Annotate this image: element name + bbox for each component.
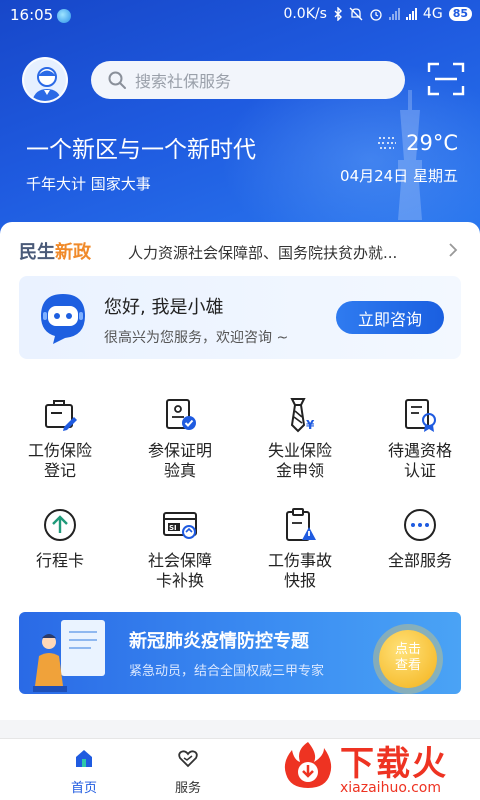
service-label: 社会保障 卡补换 xyxy=(147,551,212,590)
status-time: 16:05 xyxy=(10,6,54,24)
mute-icon xyxy=(349,7,363,21)
hero-date: 04月24日 星期五 xyxy=(340,167,458,185)
id-card-edit-icon xyxy=(45,400,77,431)
notification-bubble-icon xyxy=(57,9,71,23)
weather: 29°C xyxy=(376,131,458,155)
service-qualification-auth[interactable]: 待遇资格 认证 xyxy=(360,395,480,481)
assistant-card[interactable]: 您好, 我是小雄 很高兴为您服务，欢迎咨询 ~ 立即咨询 xyxy=(19,276,461,359)
banner-desc: 紧急动员，结合全国权威三甲专家 xyxy=(129,664,325,679)
more-circle-icon xyxy=(404,509,436,541)
assistant-greeting: 您好, 我是小雄 xyxy=(104,297,224,318)
banner-title: 新冠肺炎疫情防控专题 xyxy=(129,631,309,652)
certificate-verify-icon xyxy=(166,399,196,430)
heart-hands-icon xyxy=(178,750,198,768)
site-watermark: 下载火 xiazaihuo.com xyxy=(276,736,476,800)
nav-service-label: 服务 xyxy=(174,781,201,796)
chevron-right-icon[interactable] xyxy=(448,242,458,258)
clipboard-warning-icon xyxy=(286,508,316,541)
covid-banner[interactable]: 新冠肺炎疫情防控专题 紧急动员，结合全国权威三甲专家 点击 查看 xyxy=(19,612,461,694)
service-label: 待遇资格 认证 xyxy=(387,441,452,480)
service-accident-report[interactable]: 工伤事故 快报 xyxy=(240,505,360,591)
search-icon xyxy=(108,71,126,89)
home-icon xyxy=(76,750,92,767)
nav-service[interactable]: 服务 xyxy=(148,747,228,796)
news-tag-part1: 民生 xyxy=(19,242,55,263)
service-all[interactable]: 全部服务 xyxy=(360,505,480,571)
network-type: 4G xyxy=(422,6,443,22)
svg-text:¥: ¥ xyxy=(306,418,315,432)
news-tag-part2: 新政 xyxy=(55,242,91,263)
document-badge-icon xyxy=(405,399,436,432)
user-avatar-icon xyxy=(32,67,62,101)
main-card: 民生新政 人力资源社会保障部、国务院扶贫办就... 您好, 我是小雄 很高兴为您… xyxy=(0,222,480,720)
service-travel-card[interactable]: 行程卡 xyxy=(0,505,120,571)
service-label: 工伤事故 快报 xyxy=(267,551,332,590)
alarm-icon xyxy=(370,9,382,21)
bluetooth-icon xyxy=(334,7,342,21)
nav-home-label: 首页 xyxy=(70,781,97,796)
watermark-text: 下载火 xyxy=(340,744,448,784)
banner-cta-line1: 点击 xyxy=(394,642,421,657)
service-unemployment[interactable]: ¥ 失业保险 金申领 xyxy=(240,395,360,481)
tower-silhouette xyxy=(398,90,422,220)
weather-icon xyxy=(378,137,397,149)
doctor-illustration xyxy=(33,620,105,692)
news-ticker[interactable]: 民生新政 人力资源社会保障部、国务院扶贫办就... xyxy=(0,236,480,264)
hero-sub-slogan: 千年大计 国家大事 xyxy=(26,175,151,193)
service-label: 工伤保险 登记 xyxy=(27,441,92,480)
service-label: 失业保险 金申领 xyxy=(267,441,332,480)
service-label: 行程卡 xyxy=(35,551,84,570)
scan-icon[interactable] xyxy=(427,62,465,96)
signal-icon xyxy=(388,8,400,20)
service-proof-verify[interactable]: 参保证明 验真 xyxy=(120,395,240,481)
status-bar: 16:05 0.0K/s 4G 85 xyxy=(0,0,480,30)
signal-icon-2 xyxy=(405,8,417,20)
hero-slogan: 一个新区与一个新时代 xyxy=(26,137,256,163)
flame-logo-icon xyxy=(284,742,332,788)
search-input[interactable]: 搜索社保服务 xyxy=(91,61,405,99)
consult-button[interactable]: 立即咨询 xyxy=(336,301,444,334)
hero-header: 16:05 0.0K/s 4G 85 搜索社保服务 一个新区与一个新时代 千年大… xyxy=(0,0,480,250)
watermark-url: xiazaihuo.com xyxy=(340,780,441,796)
service-label: 全部服务 xyxy=(387,551,452,570)
service-injury-registration[interactable]: 工伤保险 登记 xyxy=(0,395,120,481)
banner-view-button[interactable]: 点击 查看 xyxy=(379,630,437,688)
robot-assistant-icon xyxy=(41,294,85,344)
arrow-up-circle-icon xyxy=(44,509,76,541)
service-card-replace[interactable]: SI 社会保障 卡补换 xyxy=(120,505,240,591)
assistant-welcome: 很高兴为您服务，欢迎咨询 ~ xyxy=(104,330,289,346)
money-tie-icon: ¥ xyxy=(290,398,315,433)
banner-cta-line2: 查看 xyxy=(394,658,421,673)
news-text: 人力资源社会保障部、国务院扶贫办就... xyxy=(128,244,398,262)
network-speed: 0.0K/s xyxy=(283,6,327,22)
svg-text:SI: SI xyxy=(169,524,177,532)
service-label: 参保证明 验真 xyxy=(147,441,212,480)
battery-icon: 85 xyxy=(448,7,472,21)
nav-home[interactable]: 首页 xyxy=(44,747,124,796)
avatar[interactable] xyxy=(22,57,68,103)
temperature: 29°C xyxy=(406,131,458,155)
si-card-exchange-icon: SI xyxy=(163,512,197,539)
search-placeholder: 搜索社保服务 xyxy=(135,72,232,91)
news-tag: 民生新政 xyxy=(19,238,91,264)
